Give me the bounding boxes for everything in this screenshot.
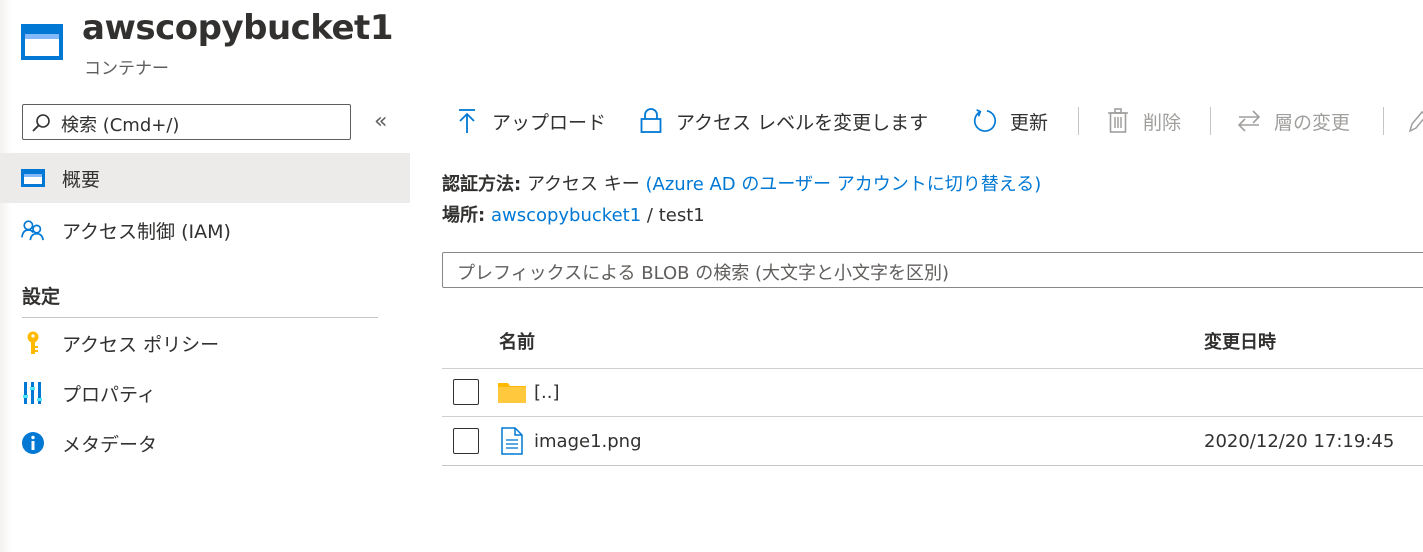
row-checkbox[interactable] [453,428,479,454]
change-tier-label: 層の変更 [1274,111,1351,134]
change-access-level-label: アクセス レベルを変更します [676,111,929,134]
sidebar-item-access-policy[interactable]: アクセス ポリシー [0,318,410,368]
people-icon [21,218,45,242]
row-name[interactable]: [..] [534,382,560,403]
properties-icon [21,381,45,405]
location-container-link[interactable]: awscopybucket1 [491,205,641,226]
toolbar-separator [1078,107,1079,135]
upload-icon [454,108,480,134]
sidebar-search-input[interactable]: 検索 (Cmd+/) [22,104,351,140]
auth-method-label: 認証方法: [442,174,522,195]
toolbar-separator [1383,107,1384,135]
swap-arrows-icon [1236,108,1262,134]
location-line: 場所: awscopybucket1 / test1 [442,201,705,227]
container-icon [20,22,64,62]
lock-icon [638,108,664,134]
collapse-sidebar-button[interactable]: « [374,110,387,134]
sidebar-item-iam[interactable]: アクセス制御 (IAM) [0,205,410,255]
info-icon [21,431,45,455]
row-checkbox[interactable] [453,379,479,405]
key-icon [21,331,45,355]
blob-search-input[interactable]: プレフィックスによる BLOB の検索 (大文字と小文字を区別) [442,252,1423,288]
overview-icon [21,166,45,190]
toolbar-separator [1210,107,1211,135]
upload-button[interactable]: アップロード [454,104,606,138]
search-icon [31,113,51,133]
row-name[interactable]: image1.png [534,431,642,452]
delete-button[interactable]: 削除 [1105,104,1181,138]
sidebar-item-label: アクセス ポリシー [62,333,220,356]
location-separator: / [646,205,653,226]
auth-method-line: 認証方法: アクセス キー (Azure AD のユーザー アカウントに切り替え… [442,170,1041,196]
change-access-level-button[interactable]: アクセス レベルを変更します [638,104,928,138]
edit-button[interactable] [1404,104,1423,138]
change-tier-button[interactable]: 層の変更 [1236,104,1350,138]
auth-method-value: アクセス キー [526,174,640,195]
folder-icon [498,381,526,407]
refresh-button[interactable]: 更新 [972,104,1048,138]
sidebar-item-properties[interactable]: プロパティ [0,368,410,418]
switch-to-azure-ad-link[interactable]: (Azure AD のユーザー アカウントに切り替える) [646,174,1042,195]
location-label: 場所: [442,205,486,226]
delete-label: 削除 [1143,111,1182,134]
blob-search-placeholder: プレフィックスによる BLOB の検索 (大文字と小文字を区別) [457,263,950,284]
row-divider [442,416,1423,417]
sidebar-item-label: プロパティ [62,383,156,406]
file-icon [501,427,523,459]
sidebar-item-overview[interactable]: 概要 [0,153,410,203]
column-header-modified[interactable]: 変更日時 [1204,328,1276,354]
refresh-label: 更新 [1010,111,1049,134]
row-modified: 2020/12/20 17:19:45 [1204,431,1395,452]
sidebar-item-label: アクセス制御 (IAM) [62,220,231,243]
sidebar-item-label: 概要 [62,168,101,191]
row-divider [442,465,1423,466]
page-subtitle: コンテナー [84,59,169,79]
trash-icon [1105,108,1131,134]
sidebar-item-metadata[interactable]: メタデータ [0,418,410,468]
settings-section-heading: 設定 [22,286,61,308]
sidebar-edge-shade [0,0,12,552]
page-title: awscopybucket1 [82,8,393,48]
column-header-name[interactable]: 名前 [499,328,535,354]
sidebar-search-placeholder: 検索 (Cmd+/) [61,115,180,136]
table-header-divider [442,368,1423,369]
upload-label: アップロード [492,111,607,134]
pencil-icon [1404,108,1423,134]
sidebar-item-label: メタデータ [62,433,158,456]
location-folder: test1 [658,205,705,226]
refresh-icon [972,108,998,134]
